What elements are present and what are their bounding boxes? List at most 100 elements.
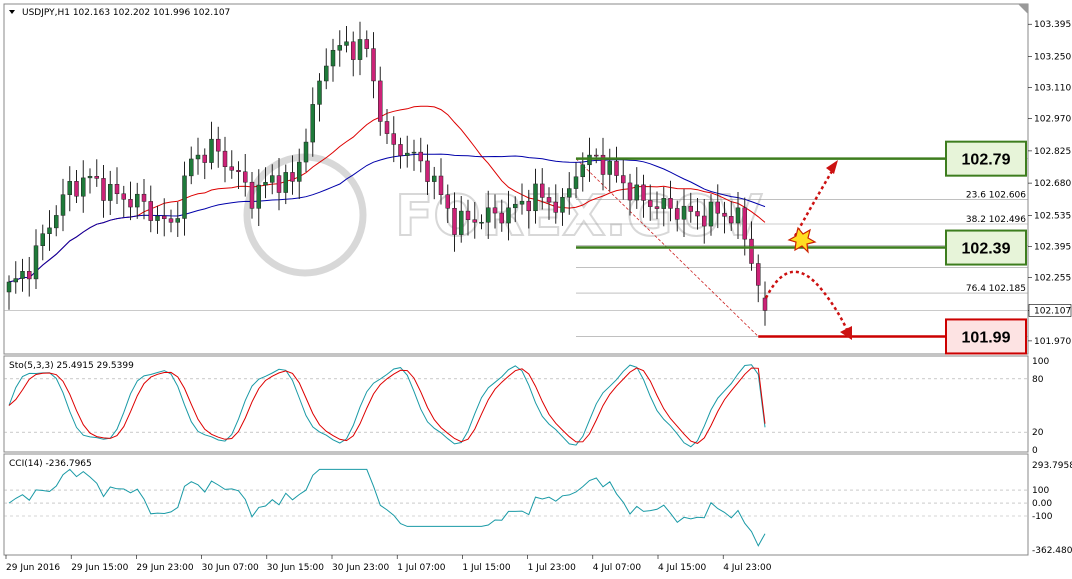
candle-body xyxy=(263,182,268,186)
time-tick-label: 29 Jun 2016 xyxy=(6,563,60,573)
candle-body xyxy=(40,233,45,246)
candle-body xyxy=(641,184,646,201)
candle-body xyxy=(486,207,491,223)
time-tick-label: 1 Jul 23:00 xyxy=(528,563,577,573)
candle-body xyxy=(128,199,133,208)
candle-body xyxy=(573,176,579,189)
candle-body xyxy=(735,207,741,224)
main-price-panel xyxy=(3,3,1029,355)
candle-body xyxy=(33,245,39,280)
candle-body xyxy=(155,215,160,221)
candle-body xyxy=(216,138,221,152)
candle-body xyxy=(695,211,700,217)
candle-body xyxy=(297,161,302,182)
candle-body xyxy=(303,141,309,163)
candle-body xyxy=(729,216,734,224)
level-label-101.99: 101.99 xyxy=(962,329,1011,346)
candle-body xyxy=(87,176,93,179)
candle-body xyxy=(270,175,275,183)
candle-body xyxy=(648,200,653,207)
candle-body xyxy=(465,210,471,220)
time-tick-label: 29 Jun 15:00 xyxy=(71,563,128,573)
candle-body xyxy=(101,178,106,201)
candle-body xyxy=(189,158,194,177)
price-tick-label: 102.395 xyxy=(1034,242,1071,252)
candle-body xyxy=(526,200,531,212)
price-tick-label: 102.680 xyxy=(1034,179,1071,189)
candle-body xyxy=(209,138,214,163)
fib-label: 23.6 102.606 xyxy=(966,191,1026,201)
time-tick-label: 29 Jun 23:00 xyxy=(136,563,193,573)
candle-body xyxy=(654,206,660,209)
cci-tick: -100 xyxy=(1032,512,1053,522)
candle-body xyxy=(411,151,417,154)
candle-body xyxy=(506,207,511,224)
candle-body xyxy=(13,278,18,283)
candle-body xyxy=(627,182,633,201)
candle-body xyxy=(546,197,552,203)
candle-body xyxy=(762,297,768,311)
price-tick-label: 102.825 xyxy=(1034,147,1071,157)
price-tick-label: 103.395 xyxy=(1034,20,1071,30)
candle-body xyxy=(162,215,167,219)
candle-body xyxy=(182,175,187,219)
candle-body xyxy=(384,121,390,134)
time-tick-label: 1 Jul 07:00 xyxy=(397,563,446,573)
cci-tick: -362.4809 xyxy=(1032,546,1072,556)
candle-body xyxy=(533,183,538,212)
candle-body xyxy=(54,215,59,229)
price-tick-label: 103.250 xyxy=(1034,52,1071,62)
candle-body xyxy=(290,172,295,182)
stochastic-tick: 0 xyxy=(1032,446,1038,456)
candle-body xyxy=(438,175,444,195)
candle-body xyxy=(317,80,322,105)
candle-body xyxy=(708,201,714,227)
candle-body xyxy=(256,184,261,209)
candle-body xyxy=(681,205,687,220)
candle-body xyxy=(364,39,369,49)
cci-label: CCI(14) -236.7965 xyxy=(9,459,92,469)
candle-body xyxy=(405,152,410,156)
candle-body xyxy=(236,170,241,173)
candle-body xyxy=(594,154,599,157)
candle-body xyxy=(567,188,572,198)
candle-body xyxy=(607,160,612,175)
candle-body xyxy=(202,154,207,163)
time-axis: 29 Jun 2016 29 Jun 15:00 29 Jun 23:00 30 Ju… xyxy=(5,555,772,573)
candle-body xyxy=(742,207,747,240)
candle-body xyxy=(324,65,329,82)
candle-body xyxy=(391,133,396,145)
candle-body xyxy=(432,175,437,182)
cci-tick: 0.00 xyxy=(1032,499,1052,509)
candle-body xyxy=(249,181,255,209)
candle-body xyxy=(47,227,52,234)
candle-body xyxy=(94,176,99,179)
candle-body xyxy=(60,194,66,216)
candle-body xyxy=(371,48,376,82)
candle-body xyxy=(499,212,504,224)
candle-body xyxy=(74,181,79,197)
candle-body xyxy=(27,271,32,280)
price-axis: 103.395 103.250 103.110 102.970 102.825 102.6… xyxy=(1028,20,1071,347)
cci-tick: 293.7958 xyxy=(1032,461,1072,471)
level-label-102.79: 102.79 xyxy=(962,152,1011,169)
candle-body xyxy=(560,196,565,213)
price-tick-label: 102.255 xyxy=(1034,274,1071,284)
cci-panel xyxy=(3,453,1029,556)
candle-body xyxy=(519,200,525,205)
candle-body xyxy=(587,154,592,166)
candle-body xyxy=(661,198,666,209)
candle-body xyxy=(351,41,356,60)
candle-body xyxy=(337,45,342,51)
candle-body xyxy=(492,207,498,214)
candle-body xyxy=(459,210,464,235)
candle-body xyxy=(398,144,403,156)
watermark-text: FOREX.GOV xyxy=(395,184,763,249)
candle-body xyxy=(722,212,727,217)
candle-body xyxy=(243,171,248,183)
candle-body xyxy=(20,271,25,279)
candle-body xyxy=(195,154,201,160)
candle-body xyxy=(580,164,585,178)
candle-body xyxy=(553,201,558,213)
candle-body xyxy=(540,183,545,198)
